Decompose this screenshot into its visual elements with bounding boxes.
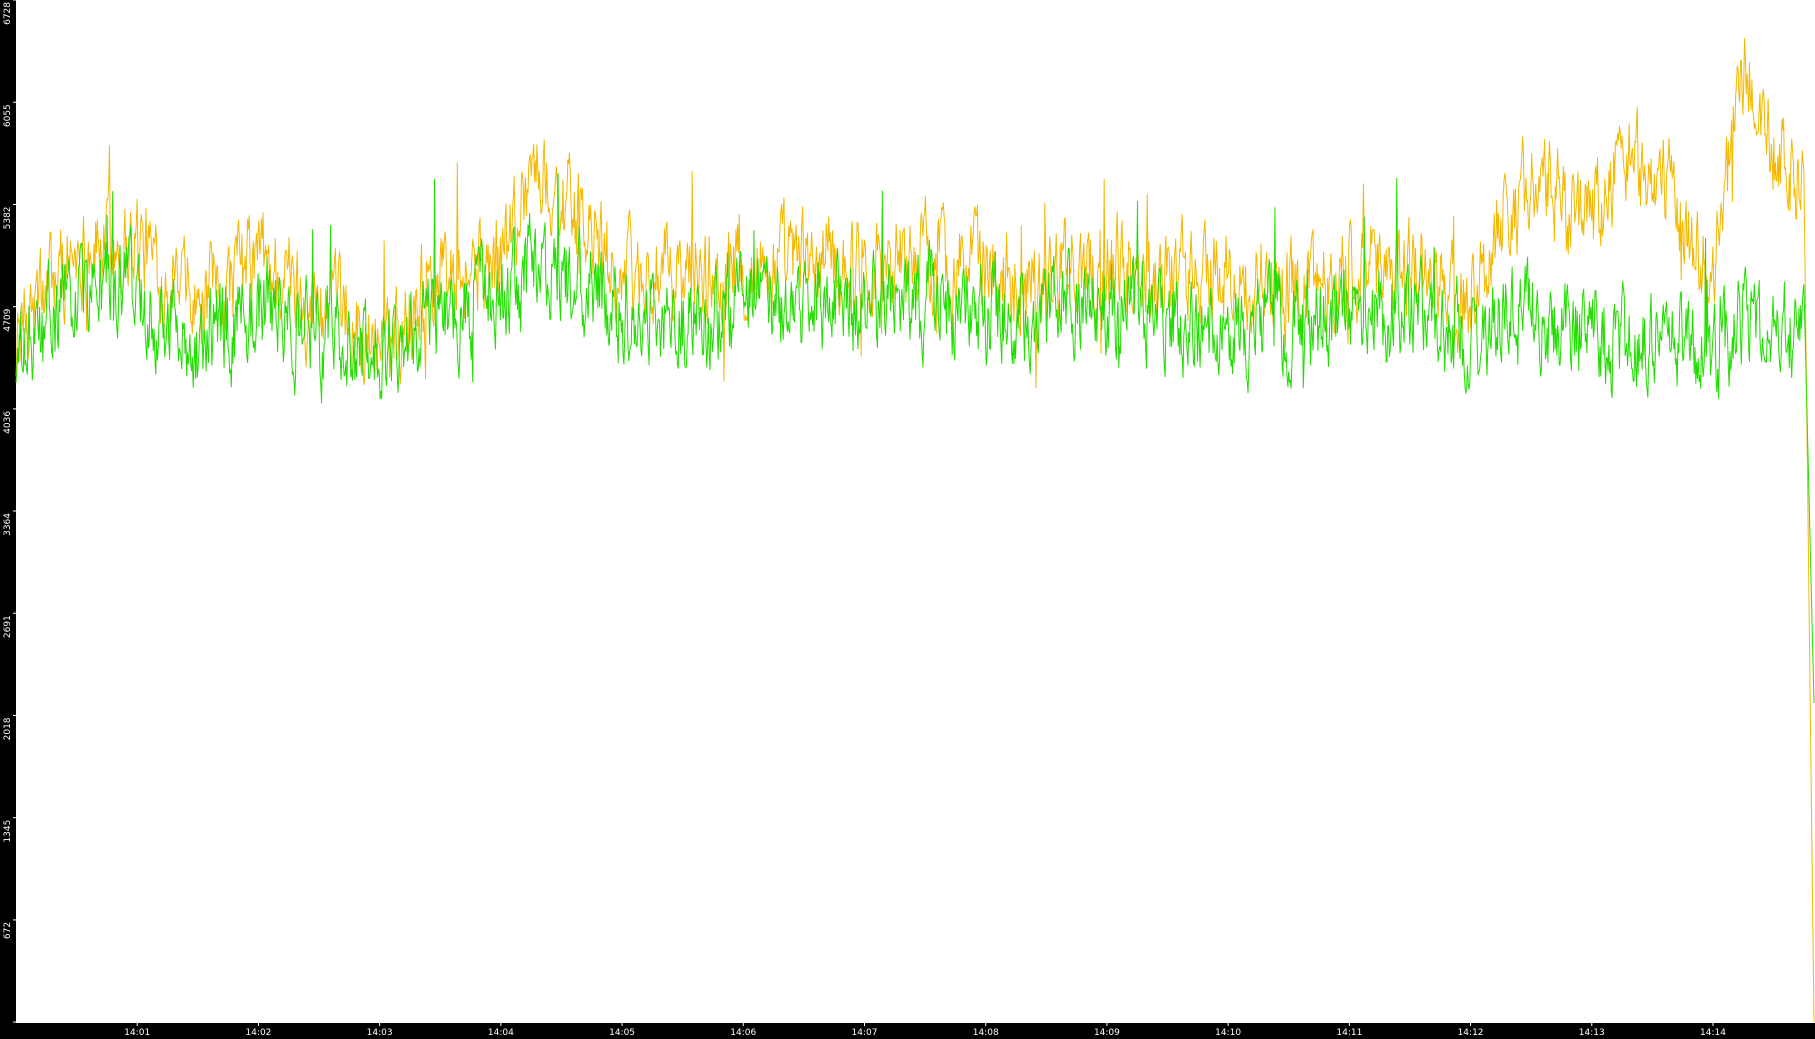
x-tick-label: 14:01 (124, 1028, 150, 1038)
x-tick-label: 14:06 (730, 1028, 756, 1038)
plot-background (0, 0, 1815, 1039)
y-tick-label: 1345 (3, 820, 13, 843)
y-tick-label: 4709 (3, 308, 13, 331)
x-tick-label: 14:08 (973, 1028, 999, 1038)
y-tick-label: 4036 (3, 411, 13, 434)
x-tick-label: 14:05 (609, 1028, 635, 1038)
chart-area: 0672134520182691336440364709538260556728… (0, 0, 1815, 1039)
line-chart: 0672134520182691336440364709538260556728… (0, 0, 1815, 1039)
x-tick-label: 14:14 (1700, 1028, 1726, 1038)
x-tick-label: 14:10 (1215, 1028, 1241, 1038)
x-tick-label: 14:02 (245, 1028, 271, 1038)
x-tick-label: 14:03 (367, 1028, 393, 1038)
x-tick-label: 14:09 (1094, 1028, 1120, 1038)
x-tick-label: 14:07 (852, 1028, 878, 1038)
y-tick-label: 6728 (3, 2, 13, 25)
y-tick-label: 6055 (3, 104, 13, 127)
x-tick-label: 14:11 (1336, 1028, 1362, 1038)
y-axis: 0672134520182691336440364709538260556728 (0, 0, 16, 1039)
y-tick-label: 672 (3, 922, 13, 939)
x-tick-label: 14:04 (488, 1028, 514, 1038)
y-tick-label: 3364 (3, 513, 13, 536)
y-tick-label: 2691 (3, 615, 13, 638)
y-tick-label: 5382 (3, 206, 13, 229)
x-tick-label: 14:13 (1579, 1028, 1605, 1038)
x-axis: 14:01 14:02 14:03 14:04 14:05 14:06 14:07 14:08… (0, 1023, 1815, 1039)
x-axis-bar (0, 1023, 1815, 1039)
x-tick-label: 14:12 (1458, 1028, 1484, 1038)
y-tick-label: 2018 (3, 717, 13, 740)
